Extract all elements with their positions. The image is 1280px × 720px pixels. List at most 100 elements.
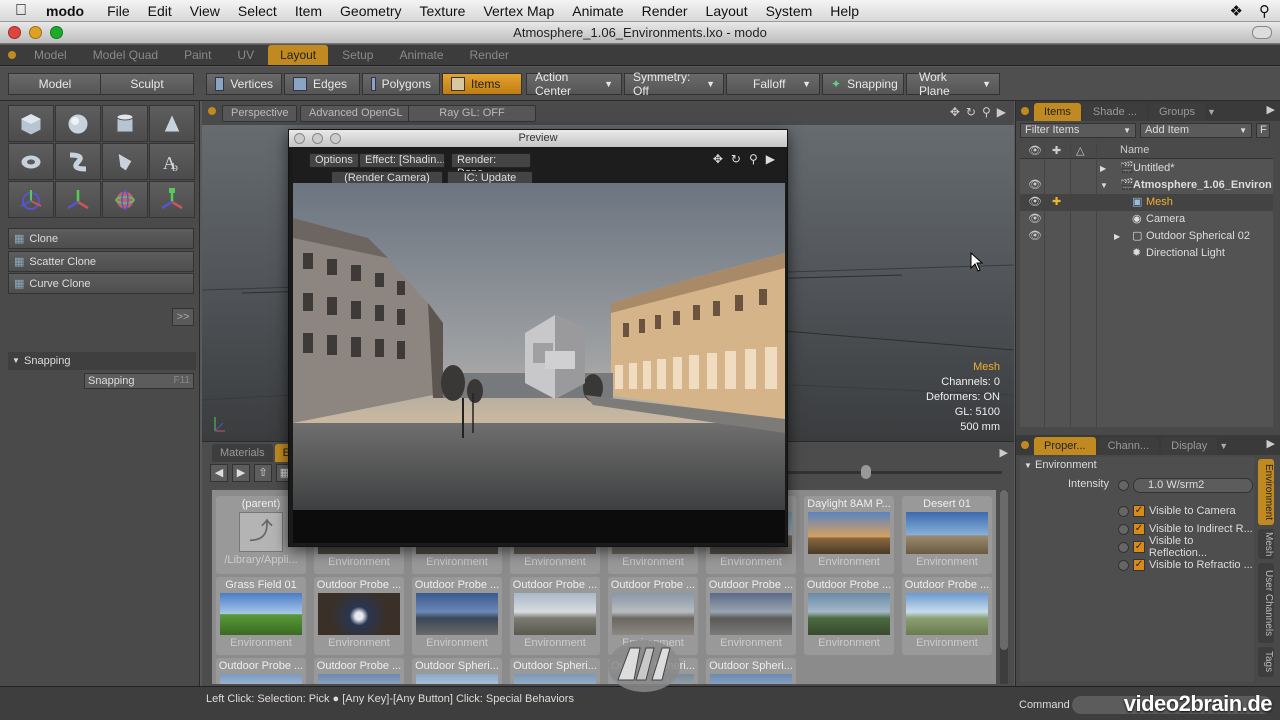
vertices-button[interactable]: Vertices: [206, 73, 282, 95]
menu-animate[interactable]: Animate: [563, 3, 632, 19]
tree-row-light[interactable]: ✹ Directional Light: [1020, 245, 1273, 262]
app-menu[interactable]: modo: [42, 3, 98, 19]
work-plane-dropdown[interactable]: Work Plane ▼: [906, 70, 1000, 98]
play-icon[interactable]: ▶: [997, 105, 1006, 119]
checkbox-checked-icon[interactable]: ✓: [1133, 559, 1145, 571]
move-tool[interactable]: [55, 181, 101, 218]
pen-tool[interactable]: [102, 143, 148, 180]
options-button[interactable]: Options: [309, 153, 359, 168]
add-item-dropdown[interactable]: Add Item ▼: [1140, 123, 1252, 138]
preset-item[interactable]: Outdoor Probe ... Environment: [412, 577, 502, 655]
menu-render[interactable]: Render: [633, 3, 697, 19]
filter-items-dropdown[interactable]: Filter Items ▼: [1020, 123, 1136, 138]
layout-tab-setup[interactable]: Setup: [330, 45, 385, 65]
chevron-right-icon[interactable]: ▶: [1100, 160, 1106, 177]
edges-button[interactable]: Edges: [284, 73, 360, 95]
search-icon[interactable]: ⚲: [1259, 2, 1270, 20]
rotate-tool[interactable]: [102, 181, 148, 218]
perspective-button[interactable]: Perspective: [222, 105, 298, 122]
tab-properties[interactable]: Proper...: [1034, 437, 1096, 455]
model-button[interactable]: Model: [8, 73, 102, 95]
visibility-icon[interactable]: 👁: [1028, 228, 1042, 245]
items-button[interactable]: Items: [442, 73, 522, 95]
cylinder-tool[interactable]: [102, 105, 148, 142]
tab-display[interactable]: Display: [1161, 437, 1218, 455]
apple-icon[interactable]: : [0, 2, 42, 20]
sphere-tool[interactable]: [55, 105, 101, 142]
vtab-tags[interactable]: Tags: [1258, 647, 1274, 677]
cone-tool[interactable]: [149, 105, 195, 142]
menu-edit[interactable]: Edit: [139, 3, 181, 19]
chevron-down-icon[interactable]: ▼: [1219, 437, 1228, 455]
tree-row-camera[interactable]: 👁 ◉ Camera: [1020, 211, 1273, 228]
checkbox-checked-icon[interactable]: ✓: [1133, 505, 1145, 517]
sculpt-button[interactable]: Sculpt: [100, 73, 194, 95]
preset-item[interactable]: Outdoor Probe ... Environment: [902, 577, 992, 655]
close-window-button[interactable]: [8, 26, 21, 39]
environment-section-header[interactable]: ▼ Environment: [1024, 459, 1097, 471]
play-icon[interactable]: ▶: [766, 152, 775, 166]
visible-refraction-row[interactable]: ✓ Visible to Refractio ...: [1118, 557, 1253, 573]
preset-item[interactable]: Outdoor Spheri...Environment: [510, 658, 600, 684]
play-icon[interactable]: ▶: [1267, 437, 1275, 450]
tab-shader[interactable]: Shade ...: [1082, 103, 1147, 121]
play-icon[interactable]: ▶: [1267, 103, 1275, 116]
transform-tool[interactable]: [8, 181, 54, 218]
torus-tool[interactable]: [8, 143, 54, 180]
preset-item[interactable]: Outdoor Spheri...Environment: [412, 658, 502, 684]
name-column-header[interactable]: Name: [1120, 144, 1149, 156]
zoom-icon[interactable]: ⚲: [749, 152, 758, 166]
layout-tab-model-quad[interactable]: Model Quad: [81, 45, 170, 65]
layout-tab-paint[interactable]: Paint: [172, 45, 223, 65]
scale-tool[interactable]: [149, 181, 195, 218]
lock-icon[interactable]: ✚: [1052, 144, 1061, 157]
snapping-button[interactable]: Snapping F11: [84, 373, 194, 389]
curve-clone-button[interactable]: ▦ Curve Clone: [8, 273, 194, 294]
browser-scrollbar[interactable]: [1000, 490, 1008, 684]
zoom-window-button[interactable]: [330, 133, 341, 144]
clone-button[interactable]: ▦ Clone: [8, 228, 194, 249]
chevron-down-icon[interactable]: ▼: [1100, 177, 1108, 194]
preset-item[interactable]: Daylight 8AM P... Environment: [804, 496, 894, 574]
checkbox-checked-icon[interactable]: ✓: [1133, 523, 1145, 535]
menu-file[interactable]: File: [98, 3, 139, 19]
tab-channels[interactable]: Chann...: [1097, 437, 1160, 455]
snapping-section-header[interactable]: ▼ Snapping: [8, 352, 196, 370]
slider-handle[interactable]: [861, 465, 871, 479]
pan-icon[interactable]: ✥: [950, 105, 960, 119]
toolbar-toggle-button[interactable]: [1252, 26, 1272, 39]
preset-item[interactable]: Outdoor Probe ... Environment: [314, 577, 404, 655]
menu-help[interactable]: Help: [821, 3, 868, 19]
menu-geometry[interactable]: Geometry: [331, 3, 410, 19]
pan-icon[interactable]: ✥: [713, 152, 723, 166]
channel-radio-icon[interactable]: [1118, 505, 1129, 517]
menu-select[interactable]: Select: [229, 3, 286, 19]
menu-vertex-map[interactable]: Vertex Map: [474, 3, 563, 19]
snapping-toggle[interactable]: ✦ Snapping: [822, 73, 904, 95]
tab-items[interactable]: Items: [1034, 103, 1081, 121]
menu-system[interactable]: System: [757, 3, 822, 19]
layout-tab-model[interactable]: Model: [22, 45, 79, 65]
zoom-window-button[interactable]: [50, 26, 63, 39]
vtab-user-channels[interactable]: User Channels: [1258, 563, 1274, 643]
f-button[interactable]: F: [1256, 123, 1270, 138]
tube-tool[interactable]: [55, 143, 101, 180]
checkbox-checked-icon[interactable]: ✓: [1132, 541, 1145, 553]
polygons-button[interactable]: Polygons: [362, 73, 440, 95]
visibility-icon[interactable]: 👁: [1028, 211, 1042, 228]
preset-item[interactable]: Outdoor Probe ... Environment: [510, 577, 600, 655]
vtab-mesh[interactable]: Mesh: [1258, 529, 1274, 559]
action-center-dropdown[interactable]: Action Center ▼: [526, 70, 622, 98]
symmetry-dropdown[interactable]: Symmetry: Off ▼: [624, 70, 724, 98]
layout-tab-uv[interactable]: UV: [225, 45, 266, 65]
tab-materials[interactable]: Materials: [212, 444, 273, 462]
visibility-icon[interactable]: 👁: [1028, 144, 1042, 157]
preset-item[interactable]: Desert 01 Environment: [902, 496, 992, 574]
refresh-icon[interactable]: ↻: [731, 152, 741, 166]
tree-row-scene[interactable]: 👁 ▼ 🎬 Atmosphere_1.06_Environ: [1020, 177, 1273, 194]
menu-texture[interactable]: Texture: [411, 3, 475, 19]
close-window-button[interactable]: [294, 133, 305, 144]
effect-dropdown[interactable]: Effect: [Shadin...: [359, 153, 445, 168]
selected-lock-icon[interactable]: ✚: [1052, 194, 1061, 211]
visibility-icon[interactable]: 👁: [1028, 194, 1042, 211]
